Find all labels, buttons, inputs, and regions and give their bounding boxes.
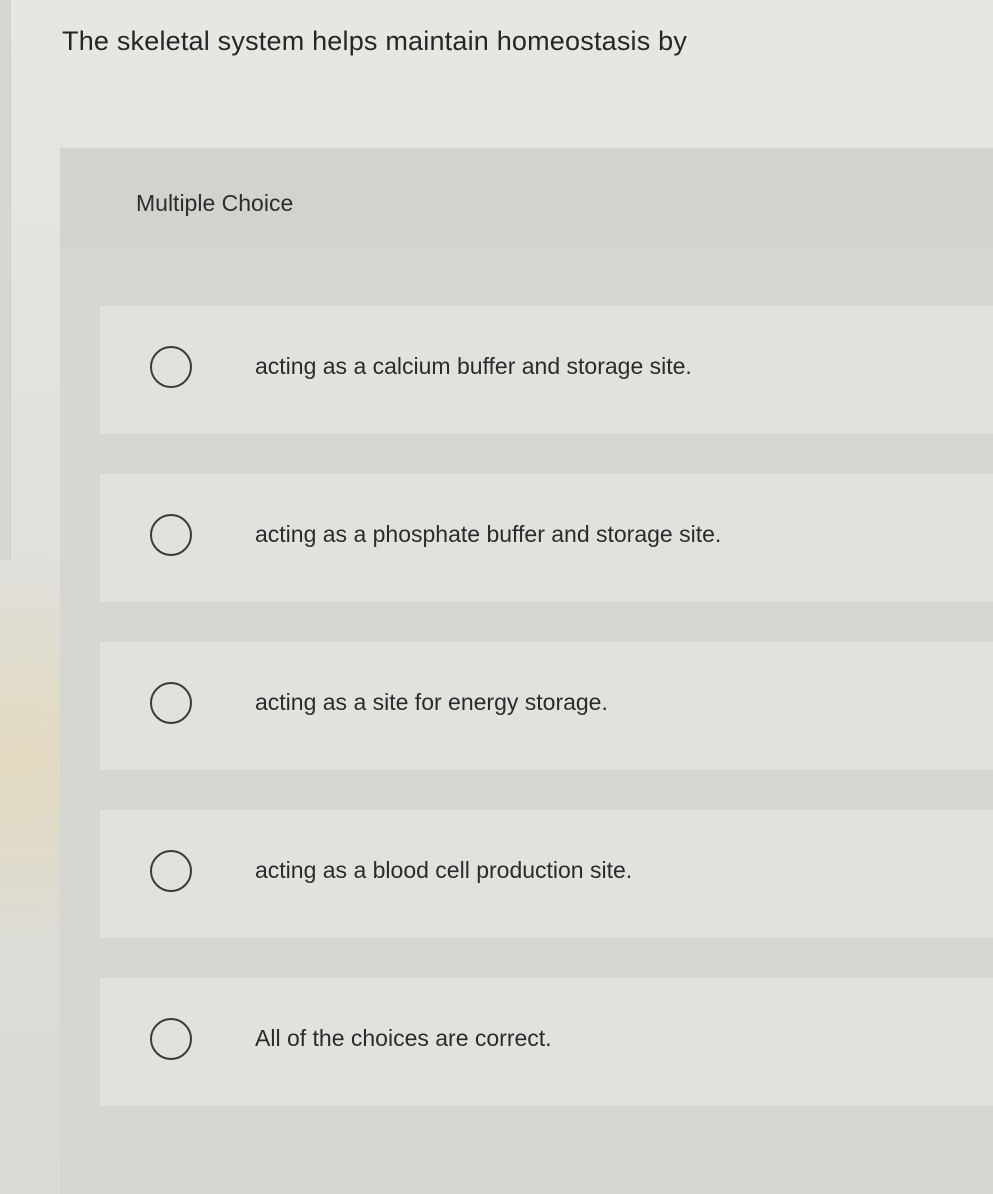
answer-option-5[interactable]: All of the choices are correct. xyxy=(100,978,993,1106)
question-prompt: The skeletal system helps maintain homeo… xyxy=(62,26,688,56)
answer-option-text: acting as a blood cell production site. xyxy=(255,857,633,883)
answer-option-4[interactable]: acting as a blood cell production site. xyxy=(100,810,993,938)
answer-option-1[interactable]: acting as a calcium buffer and storage s… xyxy=(100,306,993,434)
radio-button-icon[interactable] xyxy=(150,682,192,724)
radio-button-icon[interactable] xyxy=(150,850,192,892)
answer-option-3[interactable]: acting as a site for energy storage. xyxy=(100,642,993,770)
left-window-edge xyxy=(0,0,11,560)
answer-option-text: All of the choices are correct. xyxy=(255,1025,552,1051)
multiple-choice-panel: Multiple Choice acting as a calcium buff… xyxy=(60,148,993,1194)
panel-header: Multiple Choice xyxy=(60,148,993,248)
answer-option-text: acting as a calcium buffer and storage s… xyxy=(255,353,692,379)
answer-option-text: acting as a phosphate buffer and storage… xyxy=(255,521,722,547)
answer-option-2[interactable]: acting as a phosphate buffer and storage… xyxy=(100,474,993,602)
answer-options: acting as a calcium buffer and storage s… xyxy=(100,306,993,1146)
radio-button-icon[interactable] xyxy=(150,1018,192,1060)
radio-button-icon[interactable] xyxy=(150,514,192,556)
answer-option-text: acting as a site for energy storage. xyxy=(255,689,608,715)
radio-button-icon[interactable] xyxy=(150,346,192,388)
multiple-choice-label: Multiple Choice xyxy=(136,190,294,216)
